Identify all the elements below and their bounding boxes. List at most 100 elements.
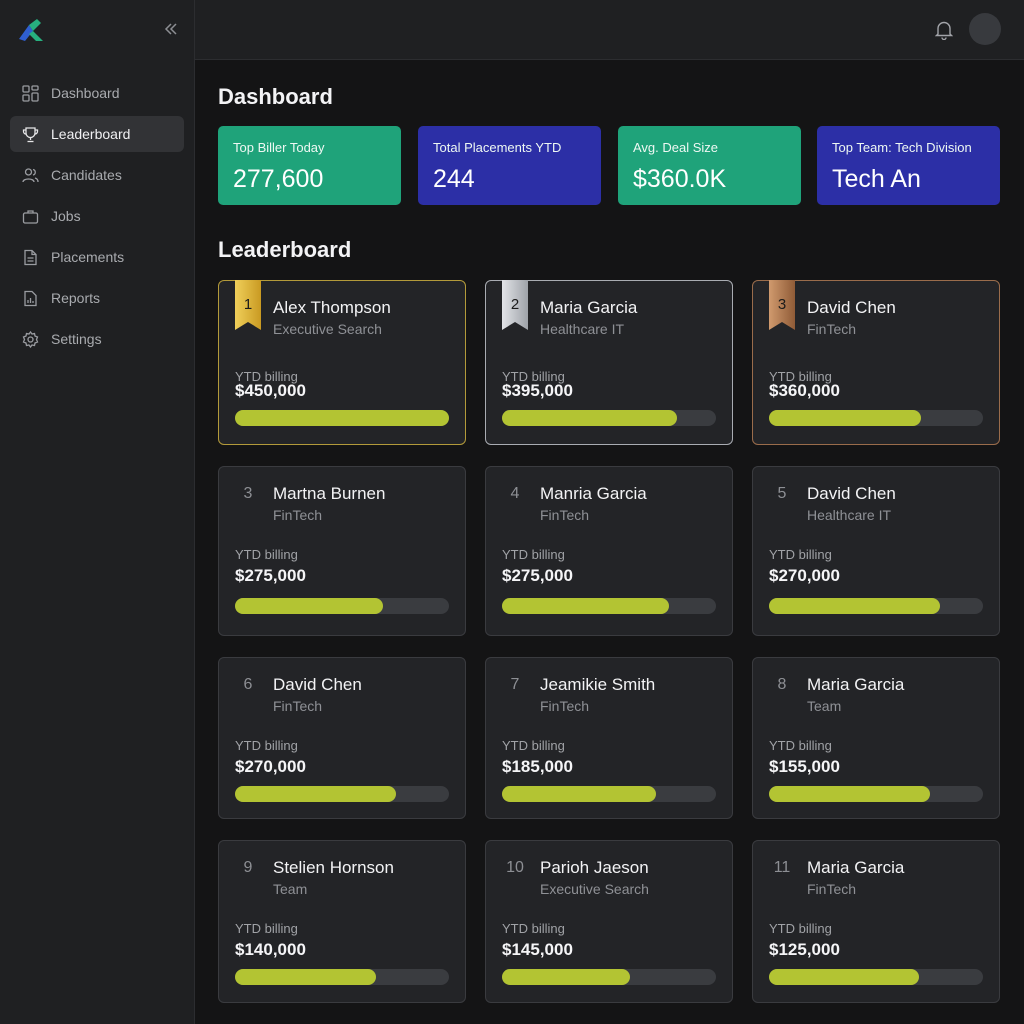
trophy-icon xyxy=(22,126,39,142)
recruiter-team: Executive Search xyxy=(273,321,382,337)
recruiter-team: FinTech xyxy=(807,321,857,337)
progress-fill xyxy=(502,410,678,426)
rank-number: 9 xyxy=(243,859,253,876)
recruiter-team: Team xyxy=(273,881,308,897)
ytd-billing-amount: $275,000 xyxy=(502,566,573,585)
leaderboard-card[interactable]: 3 Martna Burnen FinTech YTD billing $275,000 xyxy=(218,466,466,636)
rank-number: 8 xyxy=(777,676,787,693)
progress-track xyxy=(235,598,449,614)
app-logo[interactable] xyxy=(17,17,45,43)
sidebar-item-candidates[interactable]: Candidates xyxy=(10,157,184,193)
stat-value: 277,600 xyxy=(233,165,324,193)
stats-row: Top Biller Today 277,600 Total Placement… xyxy=(218,126,1000,205)
recruiter-name: Parioh Jaeson xyxy=(540,858,649,877)
ytd-billing-amount: $145,000 xyxy=(502,940,573,959)
sidebar-item-label: Jobs xyxy=(51,208,81,224)
top-bar xyxy=(195,0,1024,60)
leaderboard-card[interactable]: 3 David Chen FinTech YTD billing $360,000 xyxy=(752,280,1000,445)
recruiter-team: FinTech xyxy=(540,698,590,714)
recruiter-team: FinTech xyxy=(807,881,857,897)
sidebar-item-label: Placements xyxy=(51,249,125,265)
leaderboard-card[interactable]: 9 Stelien Hornson Team YTD billing $140,000 xyxy=(218,840,466,1003)
recruiter-name: Manria Garcia xyxy=(540,484,647,503)
progress-track xyxy=(502,786,716,802)
ytd-billing-label: YTD billing xyxy=(502,921,565,936)
gold-ribbon-icon: 1 xyxy=(235,280,261,330)
page-title: Dashboard xyxy=(218,84,333,109)
recruiter-name: Maria Garcia xyxy=(807,858,905,877)
recruiter-team: Team xyxy=(807,698,842,714)
stat-value: Tech An xyxy=(832,165,921,193)
leaderboard-card[interactable]: 11 Maria Garcia FinTech YTD billing $125,000 xyxy=(752,840,1000,1003)
leaderboard-card[interactable]: 4 Manria Garcia FinTech YTD billing $275,000 xyxy=(485,466,733,636)
bronze-ribbon-icon: 3 xyxy=(769,280,795,330)
progress-fill xyxy=(235,598,383,614)
recruiter-name: Jeamikie Smith xyxy=(540,675,656,694)
recruiter-name: Maria Garcia xyxy=(540,298,638,317)
leaderboard-card[interactable]: 7 Jeamikie Smith FinTech YTD billing $185,00… xyxy=(485,657,733,819)
progress-track xyxy=(769,410,983,426)
sidebar-item-reports[interactable]: Reports xyxy=(10,280,184,316)
stat-label: Top Biller Today xyxy=(233,140,325,155)
progress-fill xyxy=(502,969,631,985)
recruiter-team: FinTech xyxy=(273,507,323,523)
sidebar-item-dashboard[interactable]: Dashboard xyxy=(10,75,184,111)
collapse-sidebar-icon[interactable] xyxy=(162,20,180,38)
recruiter-team: Executive Search xyxy=(540,881,649,897)
progress-track xyxy=(235,786,449,802)
user-avatar[interactable] xyxy=(969,13,1001,45)
leaderboard-card[interactable]: 5 David Chen Healthcare IT YTD billing $270,… xyxy=(752,466,1000,636)
sidebar-item-label: Dashboard xyxy=(51,85,120,101)
sidebar-item-jobs[interactable]: Jobs xyxy=(10,198,184,234)
sidebar-item-settings[interactable]: Settings xyxy=(10,321,184,357)
rank-number: 1 xyxy=(243,296,253,313)
briefcase-icon xyxy=(22,209,39,224)
sidebar-item-placements[interactable]: Placements xyxy=(10,239,184,275)
recruiter-name: David Chen xyxy=(807,298,896,317)
sidebar: Dashboard Leaderboard Candidates Jobs Pl… xyxy=(0,0,195,1024)
leaderboard-card[interactable]: 2 Maria Garcia Healthcare IT YTD billing $39… xyxy=(485,280,733,445)
users-icon xyxy=(22,167,39,182)
stat-label: Avg. Deal Size xyxy=(633,140,719,155)
sidebar-item-leaderboard[interactable]: Leaderboard xyxy=(10,116,184,152)
stat-card-top-team[interactable]: Top Team: Tech Division Tech An xyxy=(817,126,1000,205)
progress-fill xyxy=(235,410,449,426)
ytd-billing-amount: $125,000 xyxy=(769,940,840,959)
gear-icon xyxy=(22,330,39,348)
ytd-billing-amount: $275,000 xyxy=(235,566,306,585)
recruiter-team: FinTech xyxy=(540,507,590,523)
recruiter-name: Stelien Hornson xyxy=(273,858,394,877)
ytd-billing-label: YTD billing xyxy=(502,547,565,562)
rank-number: 5 xyxy=(777,485,787,502)
ytd-billing-label: YTD billing xyxy=(502,738,565,753)
stat-card-total-placements[interactable]: Total Placements YTD 244 xyxy=(418,126,601,205)
sidebar-item-label: Settings xyxy=(51,331,102,347)
ytd-billing-label: YTD billing xyxy=(235,547,298,562)
sidebar-item-label: Leaderboard xyxy=(51,126,131,142)
leaderboard-card[interactable]: 8 Maria Garcia Team YTD billing $155,000 xyxy=(752,657,1000,819)
progress-track xyxy=(769,969,983,985)
rank-number: 3 xyxy=(243,485,253,502)
ytd-billing-amount: $155,000 xyxy=(769,757,840,776)
leaderboard-card[interactable]: 6 David Chen FinTech YTD billing $270,000 xyxy=(218,657,466,819)
progress-track xyxy=(769,598,983,614)
progress-track xyxy=(769,786,983,802)
leaderboard-card[interactable]: 1 Alex Thompson Executive Search YTD billin… xyxy=(218,280,466,445)
report-icon xyxy=(24,290,37,306)
document-icon xyxy=(24,249,37,265)
progress-track xyxy=(235,410,449,426)
rank-number: 4 xyxy=(510,485,520,502)
recruiter-team: Healthcare IT xyxy=(540,321,625,337)
stat-card-top-biller[interactable]: Top Biller Today 277,600 xyxy=(218,126,401,205)
leaderboard-card[interactable]: 10 Parioh Jaeson Executive Search YTD billi… xyxy=(485,840,733,1003)
ytd-billing-label: YTD billing xyxy=(769,921,832,936)
notification-bell-icon[interactable] xyxy=(935,20,953,40)
progress-fill xyxy=(769,410,921,426)
progress-track xyxy=(235,969,449,985)
rank-number: 10 xyxy=(506,859,524,876)
progress-track xyxy=(502,969,716,985)
ytd-billing-label: YTD billing xyxy=(769,738,832,753)
recruiter-name: Maria Garcia xyxy=(807,675,905,694)
stat-card-avg-deal-size[interactable]: Avg. Deal Size $360.0K xyxy=(618,126,801,205)
rank-number: 11 xyxy=(773,859,791,876)
